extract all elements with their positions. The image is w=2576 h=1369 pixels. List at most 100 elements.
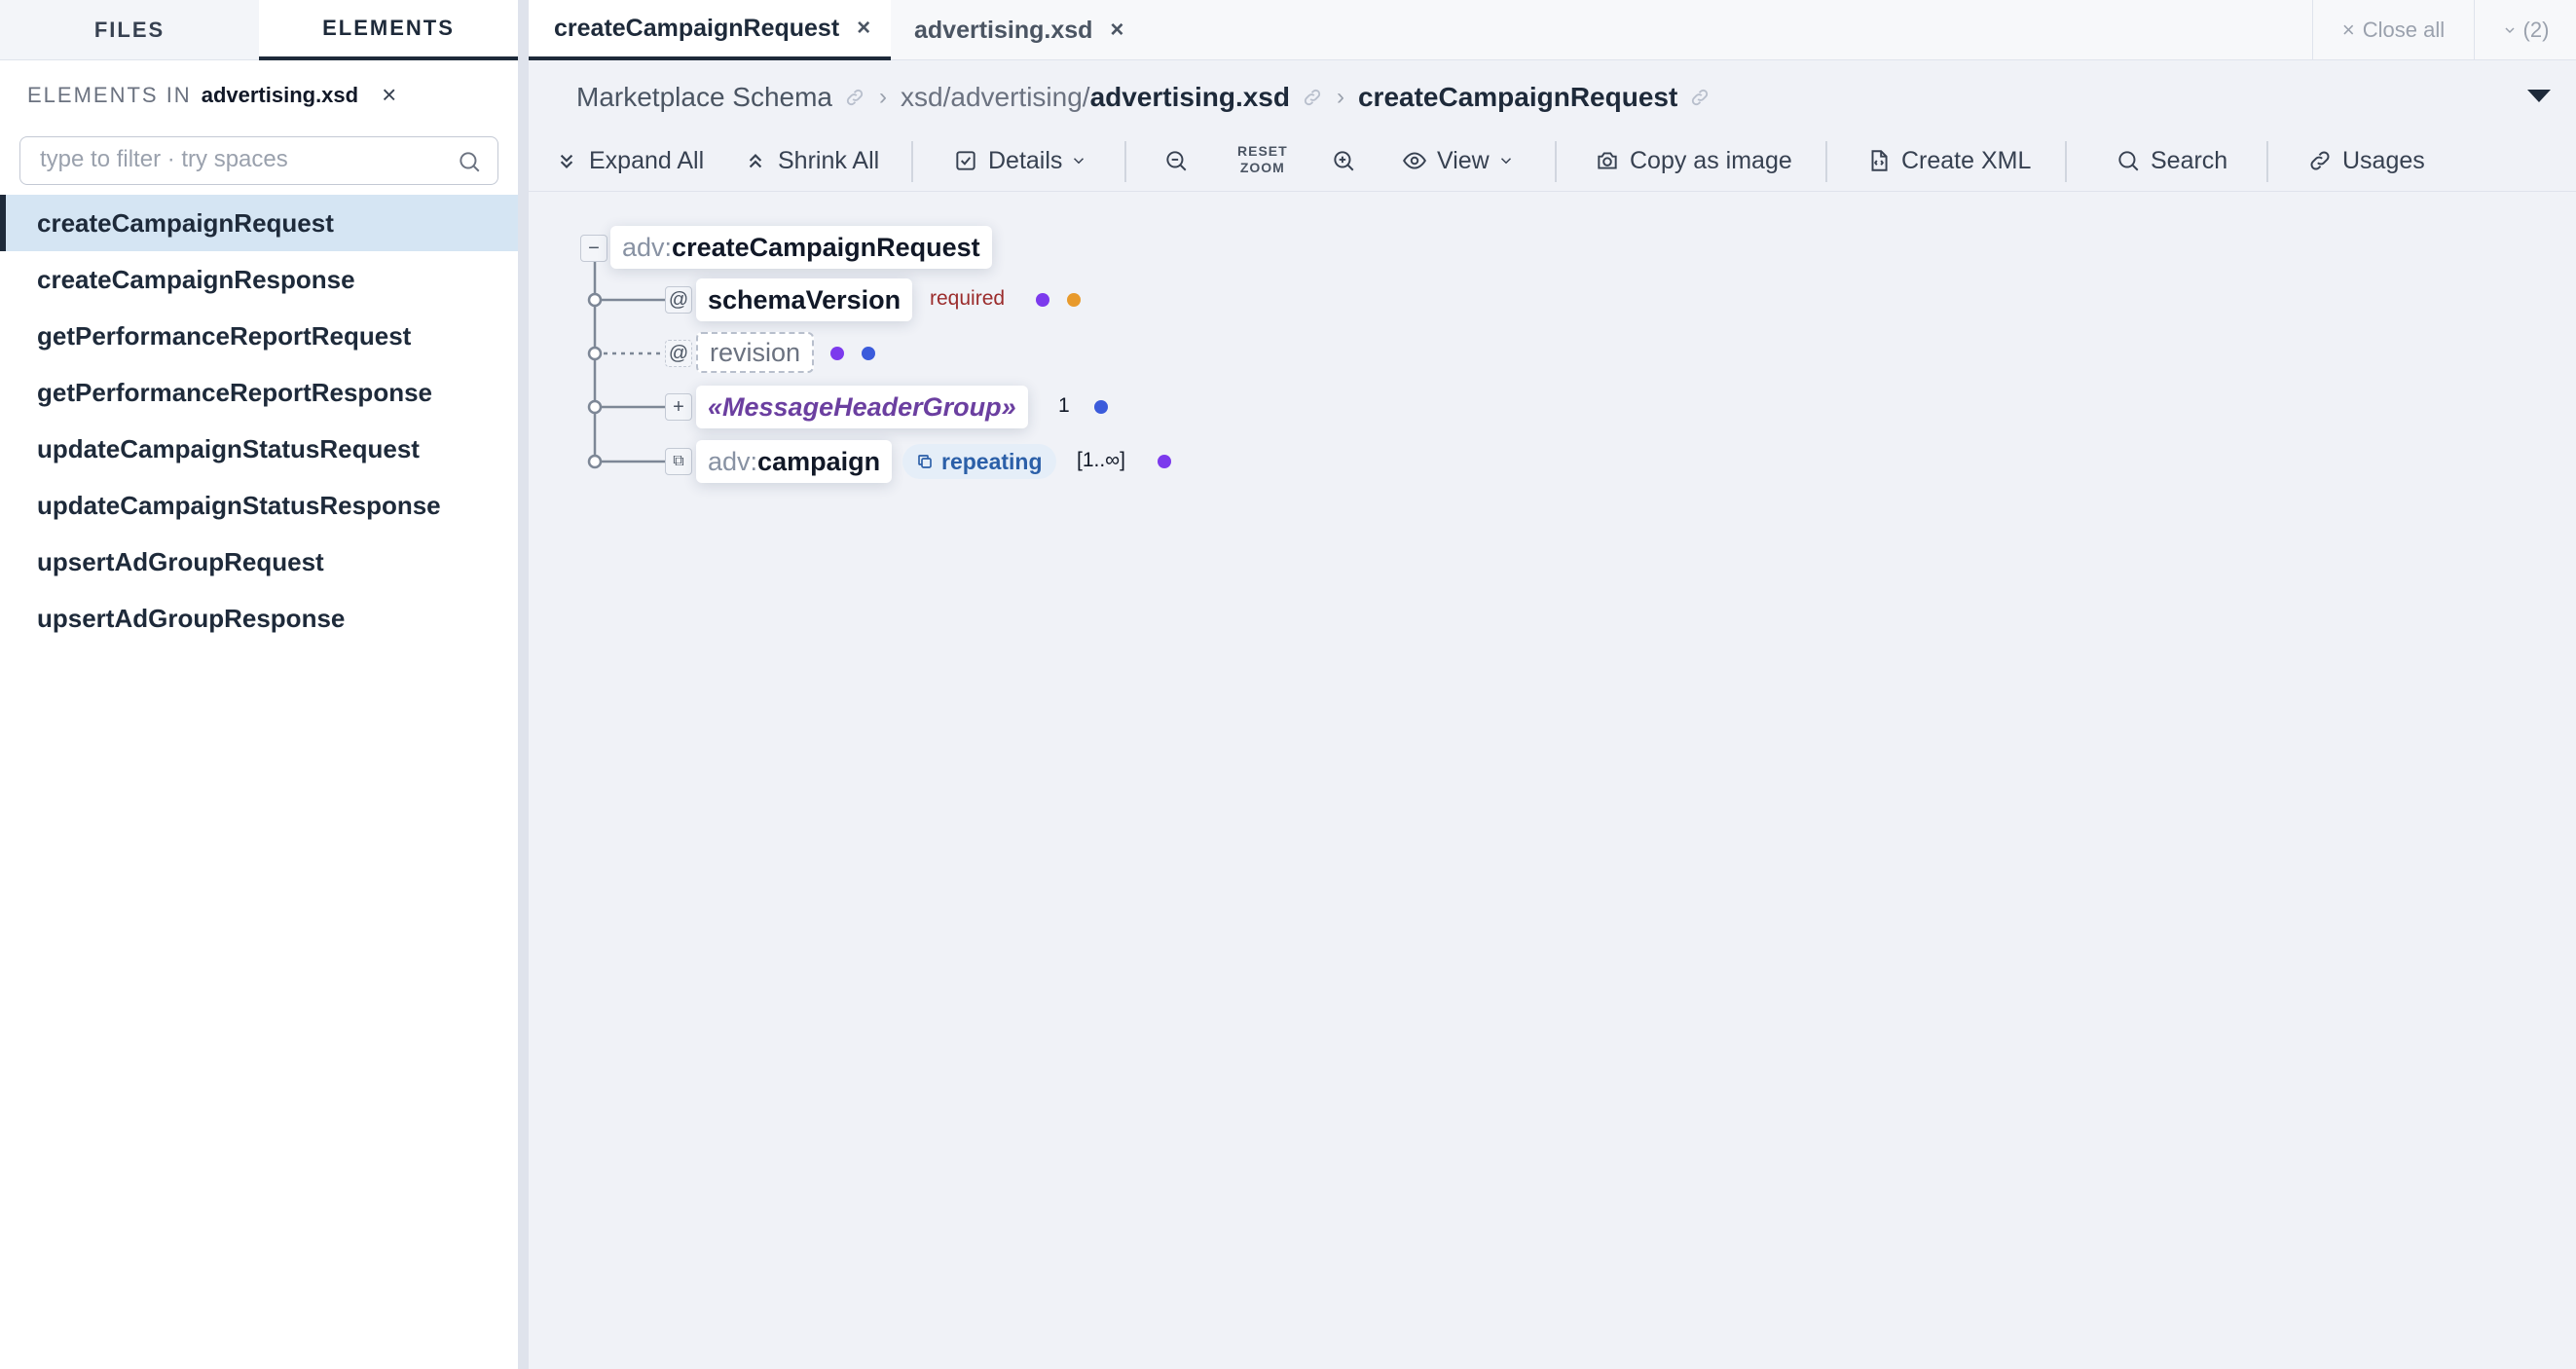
breadcrumb-path-file: advertising.xsd bbox=[1089, 82, 1290, 112]
toolbar-divider bbox=[2065, 141, 2067, 182]
breadcrumb-root[interactable]: Marketplace Schema bbox=[576, 82, 832, 113]
breadcrumb-separator: › bbox=[1336, 84, 1344, 110]
node-prefix: adv: bbox=[622, 232, 673, 262]
elements-header-label: ELEMENTS IN bbox=[27, 82, 192, 107]
close-all-label: Close all bbox=[2362, 18, 2446, 42]
repeating-badge-label: repeating bbox=[941, 448, 1043, 474]
tab-list-dropdown[interactable]: (2) bbox=[2474, 0, 2576, 60]
sidebar-resize-handle[interactable] bbox=[518, 0, 529, 1369]
filter-box bbox=[19, 136, 498, 185]
node-name: createCampaignRequest bbox=[672, 232, 980, 262]
search-button[interactable]: Search bbox=[2116, 141, 2227, 180]
tab-label: advertising.xsd bbox=[914, 16, 1093, 44]
close-icon[interactable]: × bbox=[382, 80, 398, 110]
node-name: «MessageHeaderGroup» bbox=[708, 391, 1016, 422]
type-indicator-dot bbox=[830, 347, 844, 360]
copy-as-image-button[interactable]: Copy as image bbox=[1595, 141, 1792, 180]
element-node-campaign[interactable]: adv: campaign bbox=[696, 440, 893, 483]
chevron-down-icon bbox=[1500, 158, 1511, 165]
breadcrumb-current: createCampaignRequest bbox=[1357, 82, 1678, 112]
chevron-down-icon bbox=[1074, 158, 1085, 165]
breadcrumb-file-path[interactable]: xsd/advertising/advertising.xsd bbox=[901, 82, 1290, 113]
close-icon: × bbox=[2341, 18, 2355, 42]
reset-zoom-button[interactable]: RESET ZOOM bbox=[1237, 143, 1288, 176]
usages-label: Usages bbox=[2342, 146, 2425, 174]
close-icon[interactable]: × bbox=[857, 15, 870, 42]
type-indicator-dot bbox=[1067, 293, 1081, 307]
expand-all-button[interactable]: Expand All bbox=[554, 141, 704, 180]
list-item[interactable]: createCampaignResponse bbox=[0, 251, 518, 308]
toolbar-divider bbox=[1825, 141, 1827, 182]
zoom-in-icon bbox=[1334, 151, 1354, 171]
tree-connectors bbox=[587, 247, 665, 469]
attribute-marker-icon: @ bbox=[665, 340, 692, 367]
details-label: Details bbox=[988, 146, 1063, 174]
type-indicator-dot bbox=[1158, 455, 1171, 468]
link-icon[interactable] bbox=[844, 87, 865, 108]
repeating-badge: repeating bbox=[902, 444, 1056, 479]
caret-down-icon[interactable] bbox=[2527, 90, 2551, 102]
sidebar: FILES ELEMENTS ELEMENTS IN advertising.x… bbox=[0, 0, 518, 1369]
root-element-node[interactable]: adv: createCampaignRequest bbox=[610, 226, 992, 269]
shrink-all-icon bbox=[749, 154, 762, 168]
list-item[interactable]: updateCampaignStatusRequest bbox=[0, 421, 518, 477]
zoom-out-button[interactable] bbox=[1163, 141, 1198, 180]
toolbar: Expand All Shrink All Details RESET ZOOM… bbox=[529, 130, 2576, 192]
breadcrumb-path-prefix: xsd/advertising/ bbox=[901, 82, 1090, 112]
zoom-in-button[interactable] bbox=[1331, 141, 1366, 180]
expand-toggle-button[interactable]: + bbox=[665, 393, 692, 421]
tab-files[interactable]: FILES bbox=[0, 0, 259, 60]
tab-advertising-xsd[interactable]: advertising.xsd × bbox=[891, 0, 1123, 60]
list-item[interactable]: upsertAdGroupRequest bbox=[0, 534, 518, 590]
eye-icon bbox=[1403, 152, 1426, 169]
tab-create-campaign-request[interactable]: createCampaignRequest × bbox=[529, 0, 891, 60]
required-badge: required bbox=[930, 287, 1006, 310]
attribute-node-revision[interactable]: revision bbox=[696, 332, 815, 373]
toolbar-divider bbox=[1555, 141, 1557, 182]
collapse-toggle-button[interactable]: − bbox=[580, 235, 607, 262]
expand-all-label: Expand All bbox=[589, 146, 705, 174]
list-item[interactable]: getPerformanceReportResponse bbox=[0, 364, 518, 421]
repeating-element-icon: ⧉ bbox=[665, 448, 692, 475]
attribute-node-schema-version[interactable]: schemaVersion bbox=[696, 278, 913, 321]
link-icon bbox=[2310, 151, 2330, 170]
usages-button[interactable]: Usages bbox=[2307, 141, 2425, 180]
list-item[interactable]: updateCampaignStatusResponse bbox=[0, 477, 518, 534]
link-icon[interactable] bbox=[1689, 87, 1711, 108]
link-icon[interactable] bbox=[1302, 87, 1323, 108]
copy-icon bbox=[918, 455, 932, 468]
copy-as-image-label: Copy as image bbox=[1630, 146, 1792, 174]
checkbox-icon bbox=[956, 151, 975, 170]
group-node-message-header[interactable]: «MessageHeaderGroup» bbox=[696, 386, 1028, 428]
filter-input[interactable] bbox=[20, 137, 429, 182]
view-dropdown[interactable]: View bbox=[1402, 141, 1515, 180]
node-name: schemaVersion bbox=[708, 284, 902, 314]
tab-label: createCampaignRequest bbox=[554, 14, 840, 42]
toolbar-divider bbox=[1124, 141, 1126, 182]
tab-count-label: (2) bbox=[2522, 18, 2550, 42]
breadcrumb-separator: › bbox=[879, 84, 888, 110]
list-item[interactable]: getPerformanceReportRequest bbox=[0, 308, 518, 364]
shrink-all-button[interactable]: Shrink All bbox=[743, 141, 879, 180]
search-icon[interactable] bbox=[457, 149, 482, 174]
create-xml-button[interactable]: Create XML bbox=[1866, 141, 2031, 180]
cardinality-label: [1..∞] bbox=[1077, 449, 1125, 471]
schema-diagram-canvas[interactable]: − adv: createCampaignRequest @ schemaVers… bbox=[529, 193, 2576, 1369]
node-name: campaign bbox=[757, 446, 881, 476]
chevron-down-icon bbox=[2505, 27, 2515, 34]
list-item[interactable]: upsertAdGroupResponse bbox=[0, 590, 518, 647]
details-dropdown[interactable]: Details bbox=[953, 141, 1087, 180]
reset-zoom-line2: ZOOM bbox=[1239, 160, 1285, 175]
create-xml-label: Create XML bbox=[1901, 146, 2032, 174]
sidebar-tabs: FILES ELEMENTS bbox=[0, 0, 518, 60]
node-prefix: adv: bbox=[708, 446, 758, 476]
elements-header-file: advertising.xsd bbox=[201, 82, 359, 107]
toolbar-divider bbox=[911, 141, 913, 182]
breadcrumb: Marketplace Schema › xsd/advertising/adv… bbox=[576, 78, 1711, 117]
reset-zoom-line1: RESET bbox=[1237, 143, 1288, 159]
type-indicator-dot bbox=[862, 347, 875, 360]
tab-elements[interactable]: ELEMENTS bbox=[259, 0, 518, 60]
list-item[interactable]: createCampaignRequest bbox=[0, 195, 518, 251]
close-icon[interactable]: × bbox=[1110, 17, 1123, 44]
close-all-button[interactable]: × Close all bbox=[2312, 0, 2474, 60]
